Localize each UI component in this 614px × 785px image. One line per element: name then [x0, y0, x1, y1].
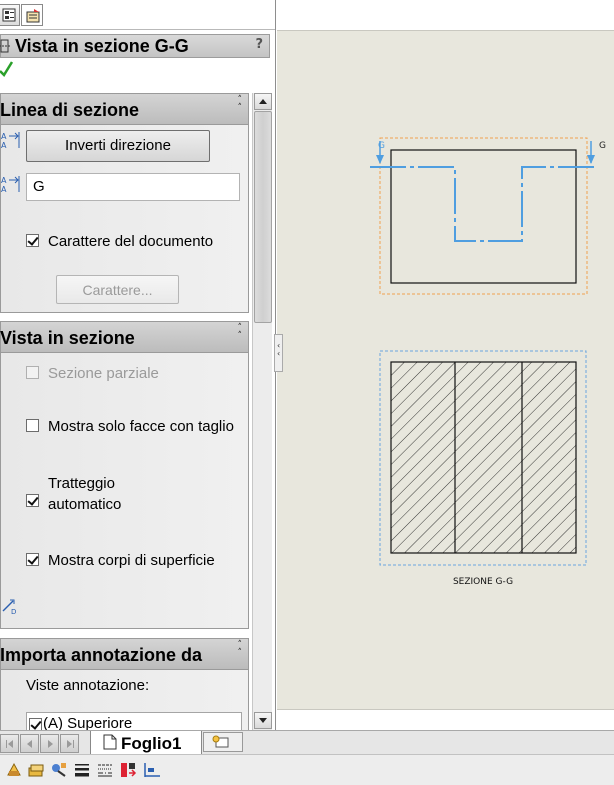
svg-text:D: D [11, 608, 16, 615]
arrow-down-icon [259, 718, 267, 723]
scroll-down-button[interactable] [254, 712, 272, 729]
scroll-up-button[interactable] [254, 93, 272, 110]
add-sheet-icon [212, 735, 229, 748]
doc-font-label: Carattere del documento [48, 233, 214, 250]
section-depth-icon: D [2, 599, 16, 615]
sheet-icon [103, 734, 117, 750]
dimension-icon[interactable] [142, 761, 162, 779]
collapse-icon[interactable]: ˄ ˄ [238, 96, 243, 113]
line-style-icon[interactable] [96, 761, 114, 779]
line-format-toolbar [0, 754, 614, 785]
manager-tabs [0, 0, 275, 30]
feature-manager-tab[interactable] [0, 4, 20, 26]
prev-icon [27, 740, 32, 748]
last-sheet-button[interactable] [60, 734, 79, 753]
group-header-import-annotations[interactable]: Importa annotazione da ˄ ˄ [0, 638, 249, 670]
label-icon: A A [1, 176, 20, 193]
partial-section-label: Sezione parziale [48, 365, 159, 382]
section-view-icon [0, 39, 10, 53]
group-title: Linea di sezione [0, 100, 140, 120]
first-sheet-button[interactable] [0, 734, 19, 753]
help-button[interactable]: ? [255, 37, 263, 52]
color-icon[interactable] [119, 761, 137, 779]
section-line[interactable] [370, 166, 598, 242]
group-body-section-view: Sezione parziale Mostra solo facce con t… [0, 353, 249, 629]
property-manager-title-bar: Vista in sezione G-G ? [0, 34, 270, 58]
group-section-line: Linea di sezione ˄ ˄ A A Inverti direzion… [0, 93, 249, 315]
section-label-right: G [599, 141, 606, 151]
cut-faces-checkbox[interactable] [26, 419, 39, 432]
collapse-icon[interactable]: ˄ ˄ [238, 324, 243, 341]
parent-view-selection[interactable] [379, 137, 588, 295]
feature-manager-tab-icon [2, 8, 16, 22]
last-icon [67, 740, 74, 748]
group-body-import-annotations: Viste annotazione: (A) Superiore [0, 670, 249, 730]
annotation-views-label: Viste annotazione: [26, 677, 150, 694]
surface-bodies-checkbox[interactable] [26, 553, 39, 566]
page-title: Vista in sezione G-G [15, 36, 189, 56]
section-arrowhead-right [587, 155, 595, 164]
layers-icon[interactable] [27, 761, 45, 779]
graphics-area[interactable]: G G SEZIONE G-G [277, 0, 614, 730]
auto-hatch-label-line2: automatico [48, 496, 122, 513]
flip-direction-button[interactable]: Inverti direzione [26, 130, 210, 162]
sheet-tab-foglio1[interactable]: Foglio1 [90, 731, 202, 755]
sheet-tab-label: Foglio1 [121, 734, 182, 753]
ok-check-icon[interactable] [0, 60, 14, 78]
section-arrowhead-left [376, 155, 384, 164]
line-weight-icon[interactable] [73, 761, 91, 779]
partial-section-checkbox[interactable] [26, 366, 39, 379]
property-manager-tab[interactable] [21, 4, 43, 26]
group-title: Vista in sezione [0, 328, 135, 348]
group-import-annotations: Importa annotazione da ˄ ˄ Viste annotazi… [0, 638, 249, 730]
svg-text:A: A [1, 132, 7, 141]
cut-faces-label: Mostra solo facce con taglio [48, 418, 234, 435]
sheet-tabs-bar: Foglio1 [0, 730, 614, 755]
parent-view-outline [390, 149, 577, 284]
auto-hatch-checkbox[interactable] [26, 494, 39, 507]
flip-direction-icon: A A [1, 132, 20, 149]
doc-font-checkbox[interactable] [26, 234, 39, 247]
font-button[interactable]: Carattere... [56, 275, 179, 304]
drawing-sheet[interactable]: G G SEZIONE G-G [277, 30, 614, 710]
next-icon [48, 740, 53, 748]
surface-bodies-label: Mostra corpi di superficie [48, 552, 215, 569]
add-sheet-button[interactable] [203, 732, 243, 752]
annotation-views-list[interactable]: (A) Superiore [26, 712, 242, 730]
panel-splitter[interactable]: ‹ ‹ [274, 334, 283, 372]
svg-text:A: A [1, 141, 7, 149]
properties-icon[interactable] [50, 761, 68, 779]
group-title: Importa annotazione da [0, 645, 203, 665]
section-label-left: G [378, 141, 385, 151]
svg-text:A: A [1, 185, 7, 193]
group-header-section-line[interactable]: Linea di sezione ˄ ˄ [0, 93, 249, 125]
collapse-icon[interactable]: ˄ ˄ [238, 641, 243, 658]
annotation-view-checkbox[interactable] [29, 718, 42, 730]
property-scrollbar[interactable] [252, 93, 272, 730]
svg-text:A: A [1, 176, 7, 185]
section-label-input[interactable]: G [26, 173, 240, 201]
arrow-up-icon [259, 99, 267, 104]
splitter-grip-icon: ‹ ‹ [277, 341, 281, 358]
scroll-thumb[interactable] [254, 111, 272, 323]
property-manager-tab-icon [26, 9, 40, 23]
first-icon [6, 740, 13, 748]
group-body-section-line: A A Inverti direzione A A G Carattere de… [0, 125, 249, 313]
section-view-hatched-area [390, 361, 577, 554]
group-section-view: Vista in sezione ˄ ˄ Sezione parziale Mos… [0, 321, 249, 631]
next-sheet-button[interactable] [40, 734, 59, 753]
section-view-caption: SEZIONE G-G [453, 577, 513, 587]
rebuild-icon[interactable] [5, 761, 23, 779]
property-groups-scroll: Linea di sezione ˄ ˄ A A Inverti direzion… [0, 93, 250, 730]
group-header-section-view[interactable]: Vista in sezione ˄ ˄ [0, 321, 249, 353]
annotation-view-item[interactable]: (A) Superiore [43, 715, 132, 730]
prev-sheet-button[interactable] [20, 734, 39, 753]
drawing-canvas: G G SEZIONE G-G [370, 137, 606, 587]
auto-hatch-label-line1: Tratteggio [48, 475, 115, 492]
property-manager-panel: Vista in sezione G-G ? Linea di sezione … [0, 0, 276, 730]
